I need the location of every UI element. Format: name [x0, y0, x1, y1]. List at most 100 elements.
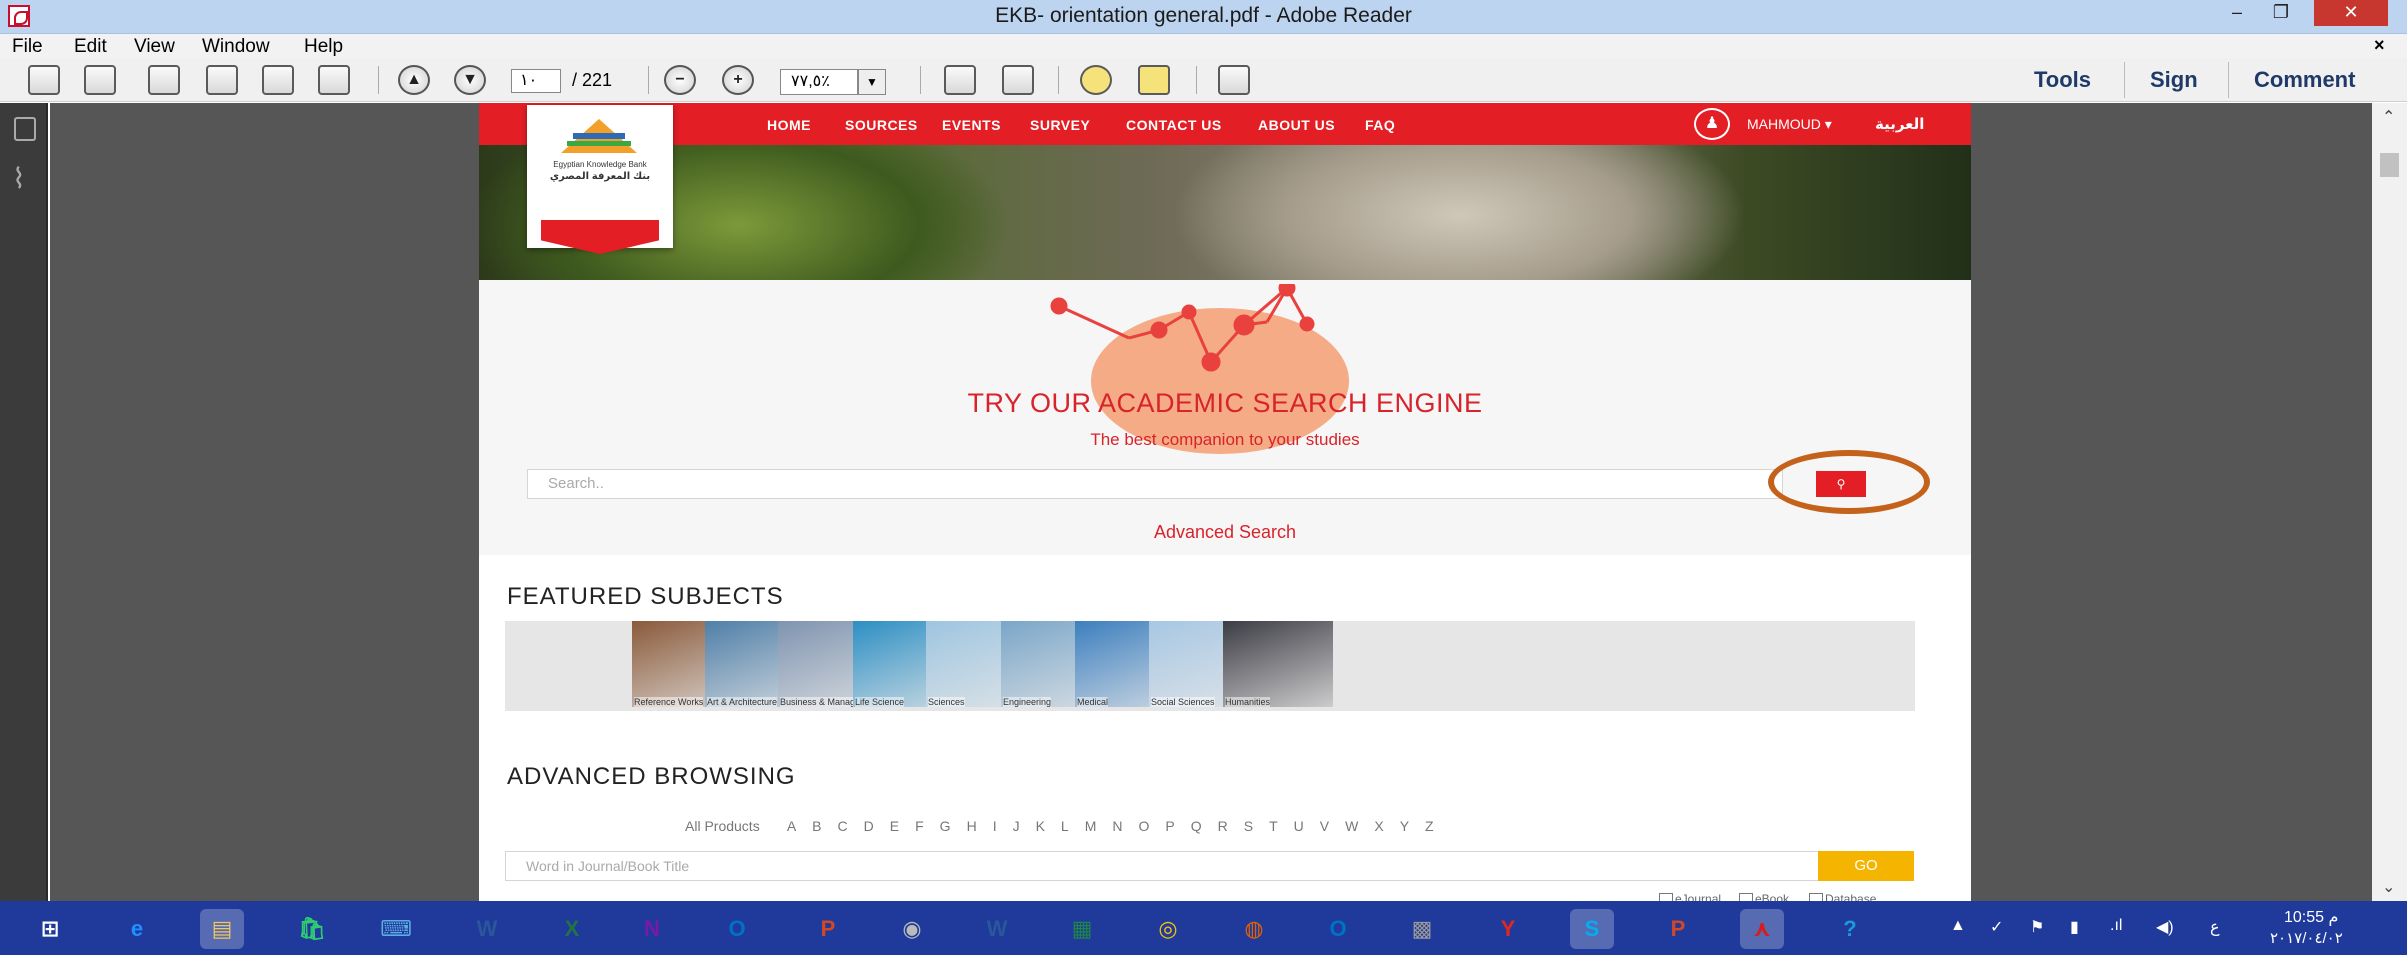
show-hidden-icons[interactable]: ▲ [1950, 917, 1966, 935]
letter-filter-link[interactable]: O [1139, 818, 1150, 834]
comment-button[interactable]: Comment [2254, 67, 2355, 93]
database-checkbox[interactable]: Database [1809, 892, 1876, 901]
letter-filter-link[interactable]: Q [1191, 818, 1202, 834]
attachments-icon[interactable]: ⌇ [12, 165, 40, 193]
letter-filter-link[interactable]: E [890, 818, 899, 834]
edit-pdf-icon[interactable] [148, 65, 180, 95]
scroll-up-icon[interactable]: ⌃ [2382, 107, 2395, 127]
close-document-icon[interactable]: × [2374, 35, 2385, 56]
letter-filter-link[interactable]: S [1244, 818, 1253, 834]
letter-filter-link[interactable]: R [1218, 818, 1228, 834]
calculator-icon[interactable]: ▦ [1060, 909, 1104, 949]
letter-filter-link[interactable]: J [1013, 818, 1020, 834]
subject-tile[interactable]: Humanities [1223, 621, 1333, 707]
minimize-button[interactable]: – [2218, 0, 2256, 26]
letter-filter-link[interactable]: L [1061, 818, 1069, 834]
create-pdf-icon[interactable] [28, 65, 60, 95]
outlook-icon-2[interactable]: O [1316, 909, 1360, 949]
letter-filter-link[interactable]: H [967, 818, 977, 834]
user-avatar-icon[interactable]: ♟ [1694, 108, 1730, 140]
network-icon[interactable]: ▩ [1400, 909, 1444, 949]
remote-desktop-icon[interactable]: ⌨ [374, 909, 418, 949]
letter-filter-link[interactable]: P [1165, 818, 1174, 834]
word-icon[interactable]: W [465, 909, 509, 949]
full-screen-icon[interactable] [1218, 65, 1250, 95]
title-search-input[interactable]: Word in Journal/Book Title [505, 851, 1865, 881]
zoom-in-icon[interactable]: + [722, 65, 754, 95]
zoom-input[interactable]: ٧٧,٥٪ [780, 69, 858, 95]
menu-file[interactable]: File [12, 36, 43, 58]
scroll-thumb[interactable] [2380, 153, 2399, 177]
close-button[interactable]: ✕ [2314, 0, 2388, 26]
letter-filter-link[interactable]: Z [1425, 818, 1434, 834]
letter-filter-link[interactable]: C [838, 818, 848, 834]
menu-edit[interactable]: Edit [74, 36, 107, 58]
all-products-link[interactable]: All Products [685, 818, 760, 834]
ejournal-checkbox[interactable]: eJournal [1659, 892, 1721, 901]
fit-width-icon[interactable] [944, 65, 976, 95]
menu-help[interactable]: Help [304, 36, 343, 58]
language-switch[interactable]: العربية [1875, 115, 1924, 133]
letter-filter-link[interactable]: B [812, 818, 821, 834]
camera-icon[interactable]: ◉ [890, 909, 934, 949]
letter-filter-link[interactable]: U [1294, 818, 1304, 834]
search-input[interactable]: Search.. [527, 469, 1783, 499]
excel-icon[interactable]: X [550, 909, 594, 949]
nav-about-us[interactable]: ABOUT US [1258, 117, 1335, 133]
nav-home[interactable]: HOME [767, 117, 811, 133]
email-icon[interactable] [318, 65, 350, 95]
letter-filter-link[interactable]: D [864, 818, 874, 834]
letter-filter-link[interactable]: A [787, 818, 796, 834]
nav-sources[interactable]: SOURCES [845, 117, 918, 133]
letter-filter-link[interactable]: I [993, 818, 997, 834]
letter-filter-link[interactable]: X [1374, 818, 1383, 834]
file-explorer-icon[interactable]: ▤ [200, 909, 244, 949]
ebook-checkbox[interactable]: eBook [1739, 892, 1789, 901]
print-icon[interactable] [262, 65, 294, 95]
acrobat-icon[interactable]: ⋏ [1740, 909, 1784, 949]
signal-tray-icon[interactable]: .ıl [2110, 917, 2122, 935]
volume-tray-icon[interactable]: ◀) [2156, 917, 2174, 937]
comment-icon[interactable] [1080, 65, 1112, 95]
powerpoint-icon[interactable]: P [806, 909, 850, 949]
chrome-icon[interactable]: ◎ [1146, 909, 1190, 949]
letter-filter-link[interactable]: M [1085, 818, 1097, 834]
highlight-icon[interactable] [1138, 65, 1170, 95]
input-language-indicator[interactable]: ع [2210, 917, 2220, 937]
zoom-dropdown-icon[interactable]: ▼ [858, 69, 886, 95]
word-icon-2[interactable]: W [975, 909, 1019, 949]
save-icon[interactable] [206, 65, 238, 95]
yandex-icon[interactable]: Y [1486, 909, 1530, 949]
page-thumbnails-icon[interactable] [14, 117, 36, 141]
zoom-out-icon[interactable]: − [664, 65, 696, 95]
vertical-scrollbar[interactable]: ⌃ ⌄ [2372, 103, 2407, 901]
maximize-button[interactable]: ❐ [2262, 0, 2300, 26]
internet-explorer-icon[interactable]: e [115, 909, 159, 949]
letter-filter-link[interactable]: N [1112, 818, 1122, 834]
letter-filter-link[interactable]: G [940, 818, 951, 834]
fit-page-icon[interactable] [1002, 65, 1034, 95]
clock-time[interactable]: 10:55 م [2284, 907, 2338, 927]
letter-filter-link[interactable]: Y [1400, 818, 1409, 834]
battery-tray-icon[interactable]: ▮ [2070, 917, 2079, 937]
flag-tray-icon[interactable]: ⚑ [2030, 917, 2044, 937]
letter-filter-link[interactable]: V [1320, 818, 1329, 834]
user-menu[interactable]: MAHMOUD ▾ [1747, 116, 1832, 133]
windows-start-icon[interactable]: ⊞ [28, 909, 72, 949]
nav-events[interactable]: EVENTS [942, 117, 1001, 133]
outlook-icon[interactable]: O [715, 909, 759, 949]
nav-survey[interactable]: SURVEY [1030, 117, 1090, 133]
combine-files-icon[interactable] [84, 65, 116, 95]
scroll-down-icon[interactable]: ⌄ [2382, 877, 2395, 897]
advanced-search-link[interactable]: Advanced Search [479, 522, 1971, 543]
menu-window[interactable]: Window [202, 36, 270, 58]
help-icon[interactable]: ? [1828, 909, 1872, 949]
onenote-icon[interactable]: N [630, 909, 674, 949]
nav-contact-us[interactable]: CONTACT US [1126, 117, 1222, 133]
next-page-icon[interactable]: ▼ [454, 65, 486, 95]
previous-page-icon[interactable]: ▲ [398, 65, 430, 95]
page-number-input[interactable]: ١٠ [511, 69, 561, 93]
tools-button[interactable]: Tools [2034, 67, 2091, 93]
letter-filter-link[interactable]: W [1345, 818, 1358, 834]
security-tray-icon[interactable]: ✓ [1990, 917, 2003, 937]
